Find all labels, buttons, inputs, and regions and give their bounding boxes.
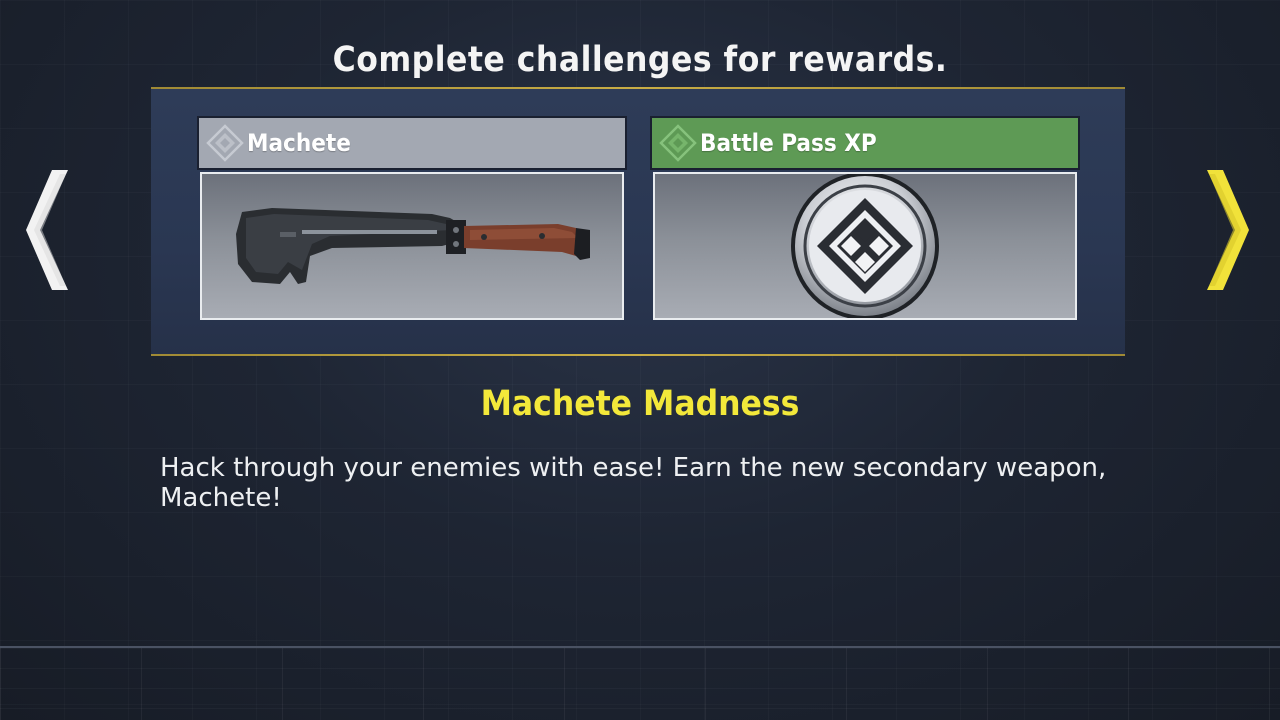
next-arrow-button[interactable] <box>1205 170 1249 290</box>
rarity-diamond-icon <box>658 123 698 163</box>
challenge-title: Machete Madness <box>480 384 800 424</box>
reward-card-machete[interactable]: Machete <box>197 116 627 321</box>
challenge-description: Hack through your enemies with ease! Ear… <box>160 453 1107 513</box>
reward-card-header: Machete <box>197 116 627 170</box>
reward-card-header: Battle Pass XP <box>650 116 1080 170</box>
chevron-left-icon <box>26 170 70 294</box>
reward-card-label: Machete <box>247 129 351 157</box>
rarity-diamond-icon <box>205 123 245 163</box>
page-title: Complete challenges for rewards. <box>332 40 948 80</box>
footer-bar <box>0 648 1280 720</box>
reward-card-label: Battle Pass XP <box>700 129 877 157</box>
previous-arrow-button[interactable] <box>26 170 70 290</box>
reward-card-battle-pass-xp[interactable]: Battle Pass XP <box>650 116 1080 321</box>
chevron-right-icon <box>1205 170 1249 294</box>
battle-pass-xp-emblem <box>653 172 1077 320</box>
machete-image <box>200 172 624 320</box>
panel-top-divider <box>151 87 1125 89</box>
panel-bottom-divider <box>151 354 1125 356</box>
